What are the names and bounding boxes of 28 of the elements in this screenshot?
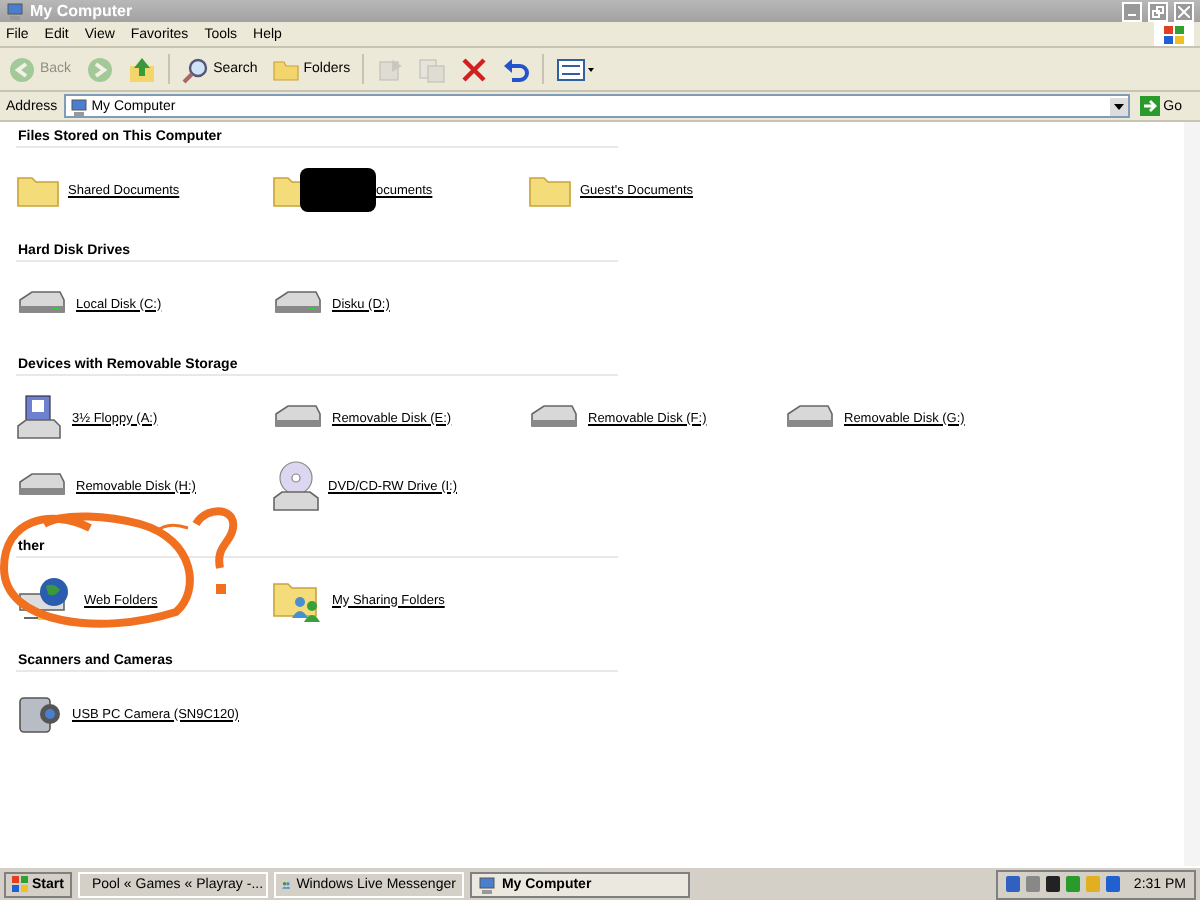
folder-icon <box>271 55 300 83</box>
close-icon <box>1178 5 1190 17</box>
restore-button[interactable] <box>1148 1 1168 21</box>
question-mark-drawing <box>192 507 238 594</box>
search-icon <box>181 55 210 83</box>
dropdown-icon <box>1109 97 1128 115</box>
delete-x-icon <box>460 55 489 83</box>
copy-to-icon <box>418 55 447 83</box>
disc-drive-icon <box>272 460 320 512</box>
up-button[interactable] <box>125 55 158 83</box>
views-button[interactable] <box>554 55 599 83</box>
computer-icon <box>6 2 24 20</box>
up-folder-icon <box>127 55 156 83</box>
computer-icon <box>477 875 496 893</box>
go-arrow-icon <box>1139 96 1160 116</box>
windows-flag-icon <box>1164 25 1184 43</box>
restore-icon <box>1152 5 1164 17</box>
minimize-button[interactable] <box>1122 1 1142 21</box>
close-button[interactable] <box>1174 1 1194 21</box>
computer-icon <box>69 97 88 115</box>
windows-flag-icon <box>12 876 28 892</box>
undo-arrow-icon <box>502 55 531 83</box>
views-icon <box>556 55 597 83</box>
floppy-drive-icon <box>16 394 64 442</box>
undo-button[interactable] <box>500 55 533 83</box>
move-to-icon <box>376 55 405 83</box>
delete-button[interactable] <box>458 55 491 83</box>
window-title: My Computer <box>30 2 135 20</box>
